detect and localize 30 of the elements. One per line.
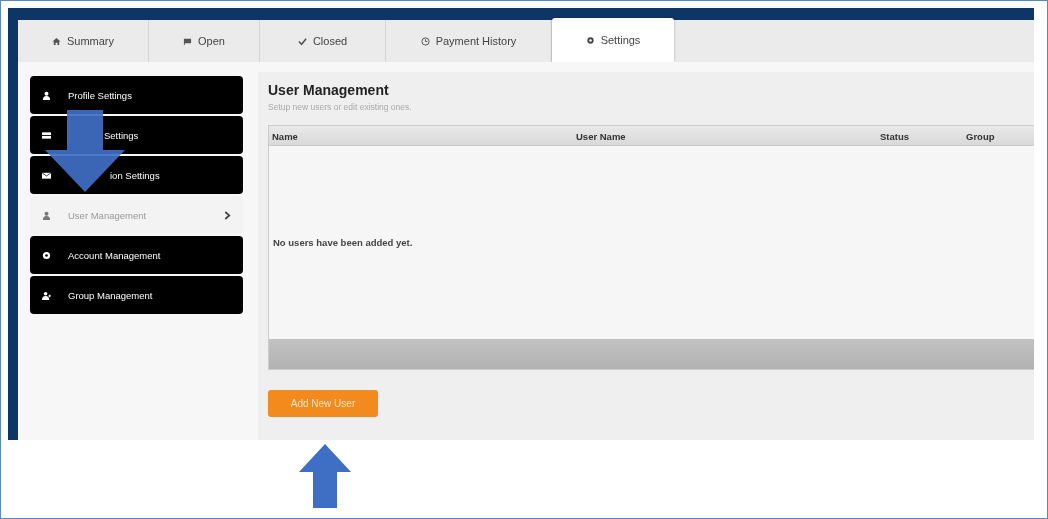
chevron-icon	[224, 210, 231, 220]
sidebar-label: Account Management	[68, 249, 162, 261]
sidebar-label: User Management	[68, 209, 148, 221]
gear-icon	[585, 35, 595, 45]
sidebar-item[interactable]: Account Management	[30, 236, 243, 274]
column-header: Name	[272, 131, 298, 142]
up-arrow	[299, 444, 351, 508]
sidebar-label: ion Settings	[110, 169, 161, 181]
sidebar-label: Profile Settings	[68, 89, 133, 101]
flag-icon	[183, 36, 193, 46]
clock-icon	[420, 36, 430, 46]
user-icon	[42, 90, 51, 100]
check-icon	[297, 36, 307, 46]
sidebar-item[interactable]: Profile Settings	[30, 76, 243, 114]
panel-title: User Management	[268, 82, 390, 98]
home-icon	[51, 36, 61, 46]
tab[interactable]: Settings	[552, 18, 674, 62]
sidebar-label: Group Management	[68, 289, 154, 301]
mail-icon	[42, 170, 51, 180]
sidebar-label: Settings	[104, 129, 140, 141]
column-header: User Name	[576, 131, 626, 142]
empty-message: No users have been added yet.	[273, 237, 413, 248]
card-icon	[42, 130, 51, 140]
sidebar-item[interactable]: Group Management	[30, 276, 243, 314]
users-icon	[42, 290, 51, 300]
column-header: Group	[966, 131, 995, 142]
gear-icon	[42, 250, 51, 260]
column-header: Status	[880, 131, 910, 142]
user-icon	[42, 210, 51, 220]
panel-subtitle: Setup new users or edit existing ones.	[268, 102, 413, 112]
